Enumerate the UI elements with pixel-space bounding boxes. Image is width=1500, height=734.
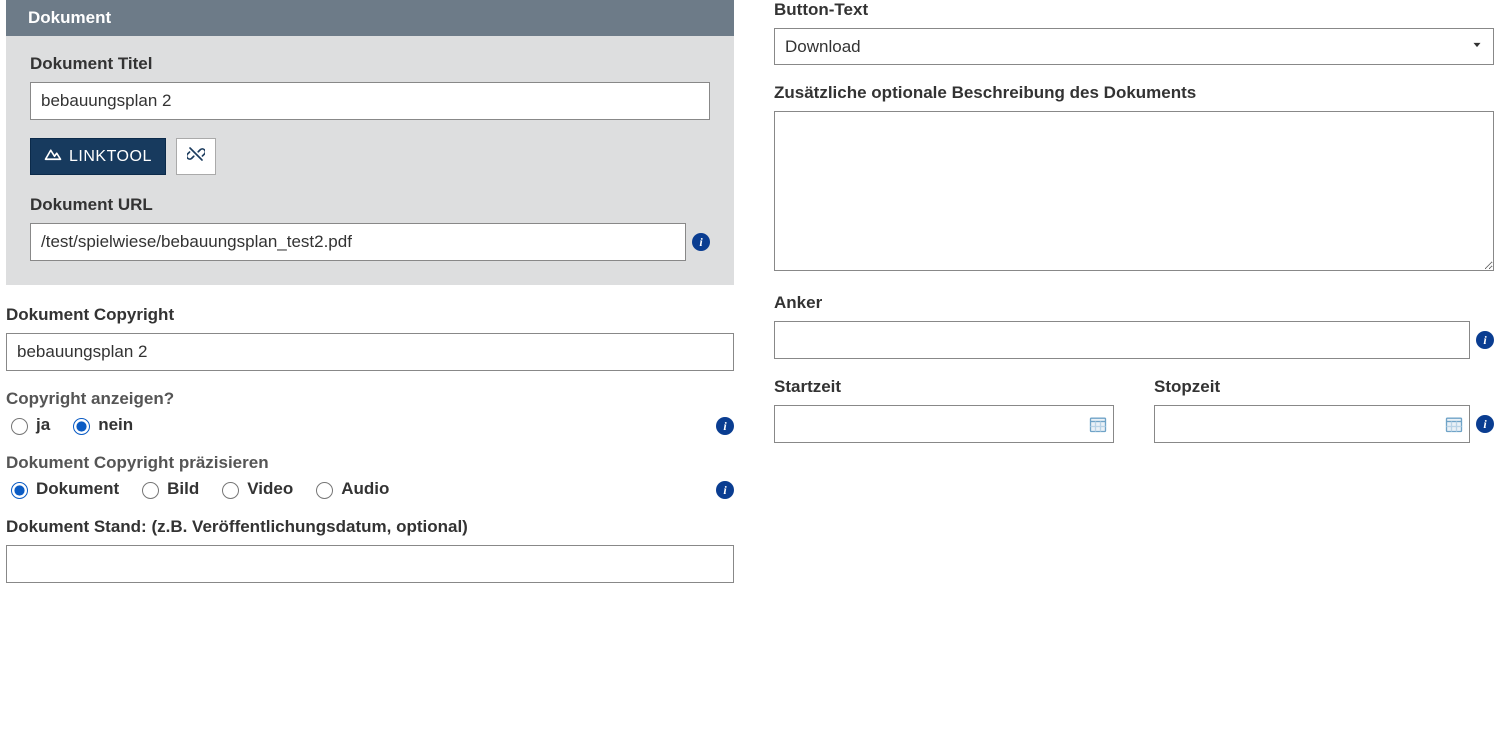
precise-doc[interactable]: Dokument	[6, 479, 119, 499]
doc-url-input[interactable]	[30, 223, 686, 261]
description-label: Zusätzliche optionale Beschreibung des D…	[774, 83, 1494, 103]
info-icon[interactable]: i	[716, 481, 734, 499]
calendar-icon[interactable]	[1444, 414, 1464, 434]
dokument-panel: Dokument Dokument Titel LINKTOOL	[6, 0, 734, 285]
info-icon[interactable]: i	[692, 233, 710, 251]
anchor-input[interactable]	[774, 321, 1470, 359]
panel-header: Dokument	[6, 0, 734, 36]
start-label: Startzeit	[774, 377, 1114, 397]
unlink-button[interactable]	[176, 138, 216, 175]
button-text-select[interactable]: Download	[774, 28, 1494, 65]
start-input[interactable]	[774, 405, 1114, 443]
copyright-precise-label: Dokument Copyright präzisieren	[6, 453, 389, 473]
linktool-button[interactable]: LINKTOOL	[30, 138, 166, 175]
copyright-show-label: Copyright anzeigen?	[6, 389, 174, 409]
stop-input[interactable]	[1154, 405, 1470, 443]
stand-input[interactable]	[6, 545, 734, 583]
unlink-icon	[187, 145, 205, 168]
mountain-icon	[44, 147, 62, 166]
stop-label: Stopzeit	[1154, 377, 1494, 397]
precise-img[interactable]: Bild	[137, 479, 199, 499]
info-icon[interactable]: i	[1476, 415, 1494, 433]
precise-aud[interactable]: Audio	[311, 479, 389, 499]
linktool-label: LINKTOOL	[69, 148, 152, 166]
description-textarea[interactable]	[774, 111, 1494, 271]
calendar-icon[interactable]	[1088, 414, 1108, 434]
copyright-show-yes[interactable]: ja	[6, 415, 50, 435]
stand-label: Dokument Stand: (z.B. Veröffentlichungsd…	[6, 517, 734, 537]
copyright-input[interactable]	[6, 333, 734, 371]
doc-url-label: Dokument URL	[30, 195, 710, 215]
precise-vid[interactable]: Video	[217, 479, 293, 499]
copyright-label: Dokument Copyright	[6, 305, 734, 325]
anchor-label: Anker	[774, 293, 1494, 313]
doc-title-input[interactable]	[30, 82, 710, 120]
info-icon[interactable]: i	[716, 417, 734, 435]
info-icon[interactable]: i	[1476, 331, 1494, 349]
doc-title-label: Dokument Titel	[30, 54, 710, 74]
button-text-label: Button-Text	[774, 0, 1494, 20]
copyright-show-no[interactable]: nein	[68, 415, 133, 435]
